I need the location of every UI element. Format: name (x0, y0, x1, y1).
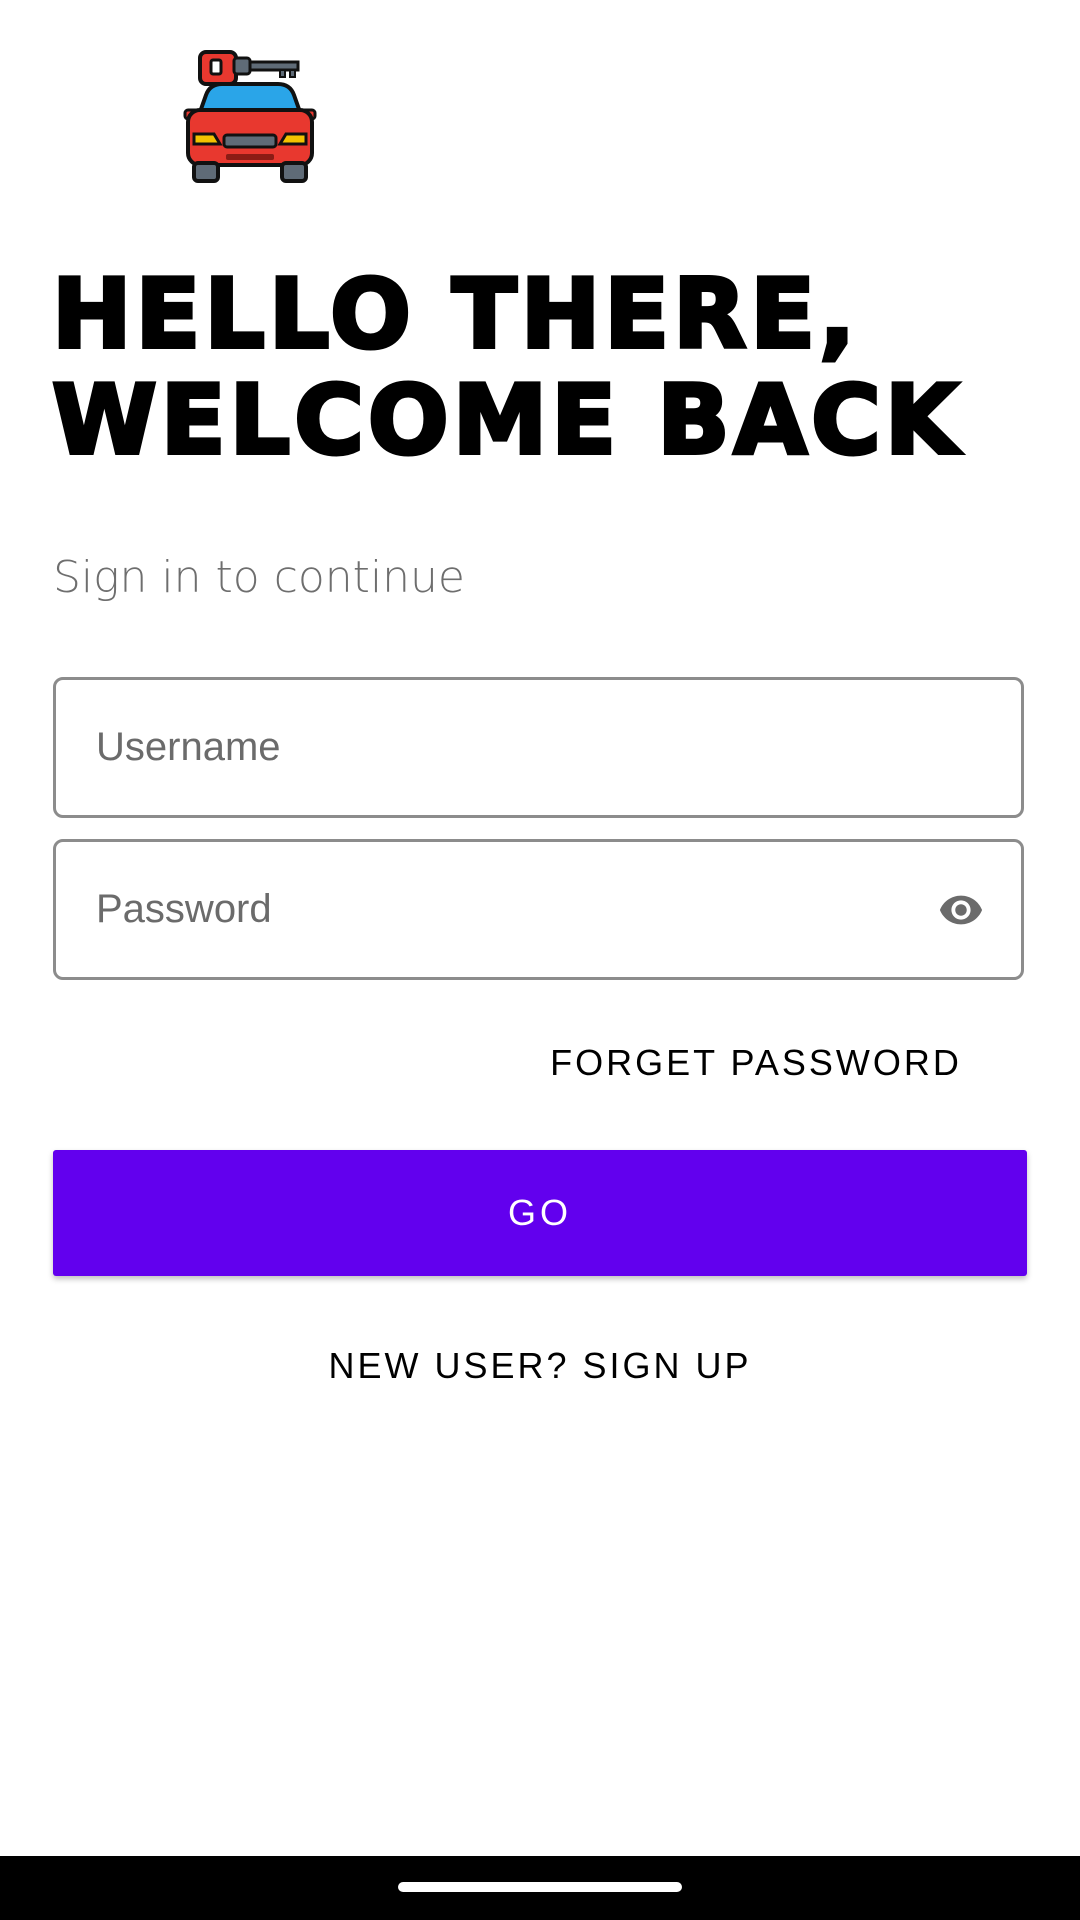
welcome-heading: HELLO THERE, WELCOME BACK (50, 260, 1052, 476)
forget-password-button[interactable]: FORGET PASSWORD (540, 1035, 972, 1090)
car-key-logo (180, 50, 320, 185)
sign-up-button[interactable]: NEW USER? SIGN UP (0, 1338, 1080, 1393)
car-key-icon (183, 50, 317, 183)
go-button[interactable]: GO (53, 1150, 1027, 1276)
sign-in-subtitle: Sign in to continue (53, 552, 466, 603)
password-field[interactable]: Password (53, 839, 1024, 980)
heading-line-2: WELCOME BACK (50, 366, 963, 476)
username-field[interactable]: Username (53, 677, 1024, 818)
home-indicator[interactable] (398, 1882, 682, 1892)
eye-icon[interactable] (931, 887, 991, 933)
password-placeholder: Password (96, 887, 272, 931)
username-placeholder: Username (96, 725, 281, 769)
heading-line-1: HELLO THERE, (50, 260, 860, 370)
system-navigation-bar (0, 1856, 1080, 1920)
